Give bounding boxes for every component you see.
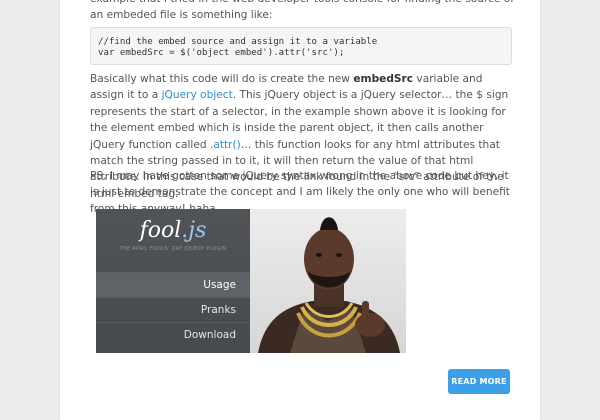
fooljs-logo: fool.js: [96, 218, 250, 243]
logo-main: fool: [139, 218, 182, 243]
explanation-text-1: Basically what this code will do is crea…: [90, 73, 354, 85]
menu-item-pranks: Pranks: [96, 297, 250, 322]
fooljs-tagline: THE APRIL FOOLS' DAY JQUERY PLUGIN: [119, 246, 227, 252]
logo-extension: .js: [181, 218, 207, 243]
embedsrc-variable: embedSrc: [353, 73, 414, 85]
menu-item-usage: Usage: [96, 272, 250, 297]
attr-function-link[interactable]: .attr(): [210, 139, 241, 151]
code-line-comment: //find the embed source and assign it to…: [98, 37, 378, 47]
fooljs-menu: Usage Pranks Download: [96, 272, 250, 347]
article-card: example that I tried in the web develope…: [60, 0, 540, 420]
intro-paragraph: example that I tried in the web develope…: [90, 0, 514, 22]
fooljs-screenshot-image: fool.js THE APRIL FOOLS' DAY JQUERY PLUG…: [96, 209, 406, 353]
code-line-statement: var embedSrc = $('object embed').attr('s…: [98, 48, 345, 58]
menu-item-download: Download: [96, 322, 250, 347]
person-photo: [250, 209, 406, 353]
jquery-object-link[interactable]: jQuery object: [162, 89, 233, 101]
fooljs-sidebar: fool.js THE APRIL FOOLS' DAY JQUERY PLUG…: [96, 209, 250, 353]
person-figure-icon: [258, 217, 400, 353]
code-block: //find the embed source and assign it to…: [90, 27, 512, 65]
read-more-button[interactable]: READ MORE: [448, 369, 510, 394]
